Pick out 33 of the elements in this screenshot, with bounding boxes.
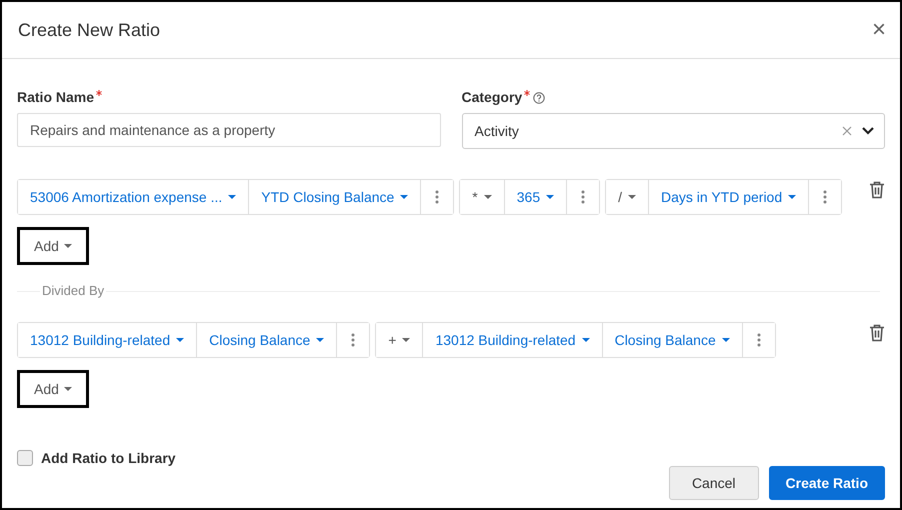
caret-icon <box>64 244 72 248</box>
kebab-icon <box>823 190 828 204</box>
more-options-button[interactable] <box>566 180 600 214</box>
clear-icon[interactable] <box>842 126 852 136</box>
trash-icon <box>869 181 885 199</box>
caret-icon <box>546 195 554 199</box>
add-dropdown[interactable]: Add <box>17 227 89 265</box>
checkbox[interactable] <box>17 450 33 466</box>
checkbox-label: Add Ratio to Library <box>41 450 176 466</box>
cancel-button[interactable]: Cancel <box>668 466 759 500</box>
kebab-icon <box>581 190 586 204</box>
caret-icon <box>788 195 796 199</box>
close-button[interactable]: × <box>872 18 886 42</box>
dialog-title: Create New Ratio <box>18 20 160 40</box>
category-select[interactable]: Activity <box>462 113 885 149</box>
more-options-button[interactable] <box>808 180 842 214</box>
ratio-name-input[interactable]: Repairs and maintenance as a property <box>17 113 440 147</box>
section-label: Divided By <box>40 283 106 299</box>
create-button[interactable]: Create Ratio <box>768 466 885 500</box>
kebab-icon <box>756 333 761 347</box>
caret-icon <box>402 338 410 342</box>
caret-icon <box>628 195 636 199</box>
field-label: Ratio Name <box>17 89 94 105</box>
help-icon[interactable] <box>533 92 546 104</box>
trash-icon <box>869 324 885 342</box>
chevron-down-icon <box>862 127 874 135</box>
caret-icon <box>722 338 730 342</box>
add-dropdown[interactable]: Add <box>17 370 89 408</box>
more-options-button[interactable] <box>742 323 775 357</box>
caret-icon <box>64 387 72 391</box>
caret-icon <box>484 195 492 199</box>
field-label: Category <box>462 89 522 105</box>
caret-icon <box>582 338 590 342</box>
